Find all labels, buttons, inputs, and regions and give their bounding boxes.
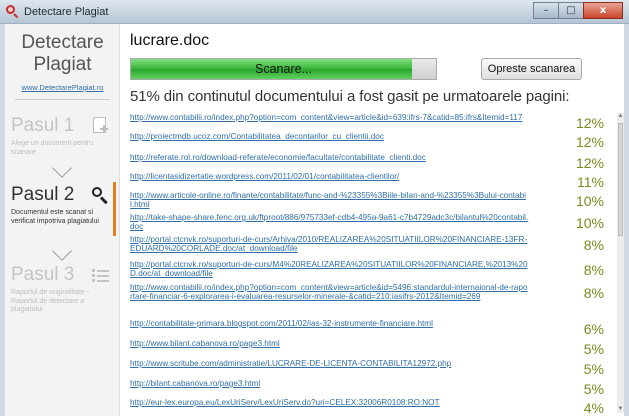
window-title: Detectare Plagiat: [24, 5, 109, 18]
list-icon: [91, 266, 109, 284]
file-name: lucrare.doc: [130, 32, 210, 49]
minimize-button[interactable]: –: [533, 2, 559, 19]
window-titlebar: Detectare Plagiat – □ x: [0, 0, 629, 24]
chevron-down-icon: [52, 241, 72, 261]
result-link[interactable]: http://www.contabilii.ro/index.php?optio…: [130, 283, 530, 302]
result-link[interactable]: http://www.articole-online.ro/finante/co…: [130, 191, 530, 210]
maximize-button[interactable]: □: [558, 2, 584, 19]
result-link[interactable]: http://take-shape-share.fenc.org.uk/ftpr…: [130, 213, 530, 232]
scroll-up-icon[interactable]: ▲: [617, 113, 624, 120]
brand-title: Detectare Plagiat: [21, 32, 104, 75]
add-document-icon: [91, 117, 109, 135]
result-percentage: 12%: [575, 115, 604, 131]
result-link[interactable]: http://www.bilant.cabanova.ro/page3.html: [130, 339, 530, 348]
magnifier-app-icon: [6, 5, 19, 19]
result-percentage: 11%: [577, 174, 604, 190]
result-link[interactable]: http://eur-lex.europa.eu/LexUriServ/LexU…: [130, 398, 530, 407]
result-link[interactable]: http://licentasidizertatie.wordpress.com…: [130, 172, 530, 181]
result-percentage: 8%: [583, 237, 604, 253]
result-link[interactable]: http://proiectmdb.ucoz.com/Contabilitate…: [130, 132, 530, 141]
result-percentage: 5%: [583, 361, 604, 377]
scroll-down-icon[interactable]: ▼: [617, 406, 624, 413]
result-link[interactable]: http://portal.ctcnvk.ro/suporturi-de-cur…: [130, 235, 530, 254]
step-3-description: Raportul de originalitate - Raportul de …: [11, 289, 90, 314]
result-link[interactable]: http://www.contabilii.ro/index.php?optio…: [130, 113, 530, 122]
result-percentage: 5%: [583, 341, 604, 357]
result-percentage: 5%: [583, 381, 604, 397]
stop-scan-button[interactable]: Opreste scanarea: [481, 58, 582, 80]
close-button[interactable]: x: [583, 2, 623, 19]
window-controls: – □ x: [533, 2, 623, 19]
divider: [15, 99, 110, 100]
result-percentage: 6%: [583, 321, 604, 337]
result-link[interactable]: http://bilant.cabanova.ro/page3.html: [130, 379, 530, 388]
results-scrollbar[interactable]: ▲ ▼: [617, 113, 624, 413]
step-2-description: Documentul este scanat si verificat impo…: [11, 209, 99, 225]
step-2-title: Pasul 2: [11, 184, 75, 205]
result-percentage: 8%: [583, 285, 604, 301]
scrollbar-thumb[interactable]: [618, 123, 623, 236]
result-percentage: 12%: [575, 155, 604, 171]
result-link[interactable]: http://referate.rol.ro/download-referate…: [130, 153, 530, 162]
result-link[interactable]: http://portal.ctcnvk.ro/suporturi-de-cur…: [130, 260, 530, 279]
progress-label: Scanare...: [255, 62, 312, 76]
sidebar: Detectare Plagiat www.DetectarePlagiat.r…: [5, 24, 120, 416]
step-1-title: Pasul 1: [11, 115, 75, 136]
scan-progress-bar: Scanare...: [130, 58, 437, 80]
result-link[interactable]: http://contabilitate-primara.blogspot.co…: [130, 319, 530, 328]
result-percentage: 10%: [575, 215, 604, 231]
chevron-down-icon: [52, 158, 72, 178]
magnifier-icon: [91, 186, 109, 205]
result-link[interactable]: http://www.scritube.com/administratie/LU…: [130, 359, 530, 368]
summary-text: 51% din continutul documentului a fost g…: [130, 88, 570, 105]
result-percentage: 8%: [583, 262, 604, 278]
step-1-description: Alege un document pentru scanare: [11, 140, 94, 156]
result-percentage: 12%: [575, 134, 604, 150]
results-list: http://www.contabilii.ro/index.php?optio…: [130, 113, 612, 413]
result-percentage: 10%: [575, 193, 604, 209]
step-3-title: Pasul 3: [11, 264, 75, 285]
active-step-indicator: [113, 182, 116, 236]
result-percentage: 4%: [583, 400, 604, 413]
brand-link[interactable]: www.DetectarePlagiat.ro: [5, 83, 120, 92]
